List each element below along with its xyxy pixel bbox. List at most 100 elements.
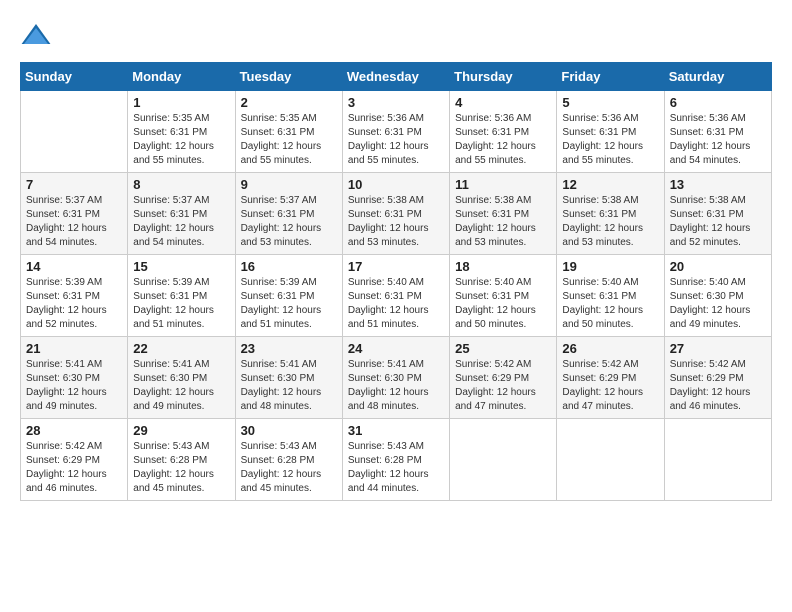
day-number: 5 xyxy=(562,95,658,110)
calendar-cell: 14 Sunrise: 5:39 AM Sunset: 6:31 PM Dayli… xyxy=(21,255,128,337)
day-detail: Sunrise: 5:42 AM Sunset: 6:29 PM Dayligh… xyxy=(455,358,551,414)
day-number: 14 xyxy=(26,259,122,274)
calendar-cell: 16Sunrise: 5:39 AM Sunset: 6:31 PM Dayli… xyxy=(235,255,342,337)
calendar-cell xyxy=(21,91,128,173)
day-detail: Sunrise: 5:41 AM Sunset: 6:30 PM Dayligh… xyxy=(241,358,337,414)
day-number: 3 xyxy=(348,95,444,110)
calendar-cell: 17Sunrise: 5:40 AM Sunset: 6:31 PM Dayli… xyxy=(342,255,449,337)
calendar-cell: 29 Sunrise: 5:43 AM Sunset: 6:28 PM Dayli… xyxy=(128,419,235,501)
calendar-cell: 1 Sunrise: 5:35 AM Sunset: 6:31 PM Daylig… xyxy=(128,91,235,173)
weekday-header: Friday xyxy=(557,63,664,91)
page-header xyxy=(20,20,772,52)
day-number: 17 xyxy=(348,259,444,274)
calendar-cell: 11 Sunrise: 5:38 AM Sunset: 6:31 PM Dayli… xyxy=(450,173,557,255)
day-number: 15 xyxy=(133,259,229,274)
day-detail: Sunrise: 5:37 AM Sunset: 6:31 PM Dayligh… xyxy=(241,194,337,250)
day-detail: Sunrise: 5:39 AM Sunset: 6:31 PM Dayligh… xyxy=(241,276,337,332)
calendar-cell: 4 Sunrise: 5:36 AM Sunset: 6:31 PM Daylig… xyxy=(450,91,557,173)
calendar-cell: 7Sunrise: 5:37 AM Sunset: 6:31 PM Daylig… xyxy=(21,173,128,255)
day-number: 22 xyxy=(133,341,229,356)
weekday-header: Wednesday xyxy=(342,63,449,91)
day-detail: Sunrise: 5:42 AM Sunset: 6:29 PM Dayligh… xyxy=(562,358,658,414)
day-number: 20 xyxy=(670,259,766,274)
calendar-week-row: 1 Sunrise: 5:35 AM Sunset: 6:31 PM Daylig… xyxy=(21,91,772,173)
day-number: 24 xyxy=(348,341,444,356)
day-number: 27 xyxy=(670,341,766,356)
day-number: 6 xyxy=(670,95,766,110)
calendar-cell: 24 Sunrise: 5:41 AM Sunset: 6:30 PM Dayli… xyxy=(342,337,449,419)
day-number: 11 xyxy=(455,177,551,192)
day-number: 13 xyxy=(670,177,766,192)
weekday-header: Saturday xyxy=(664,63,771,91)
calendar-cell: 6 Sunrise: 5:36 AM Sunset: 6:31 PM Daylig… xyxy=(664,91,771,173)
logo-icon xyxy=(20,20,52,52)
calendar-week-row: 28Sunrise: 5:42 AM Sunset: 6:29 PM Dayli… xyxy=(21,419,772,501)
day-detail: Sunrise: 5:42 AM Sunset: 6:29 PM Dayligh… xyxy=(670,358,766,414)
day-number: 26 xyxy=(562,341,658,356)
calendar-cell: 28Sunrise: 5:42 AM Sunset: 6:29 PM Dayli… xyxy=(21,419,128,501)
day-detail: Sunrise: 5:38 AM Sunset: 6:31 PM Dayligh… xyxy=(348,194,444,250)
weekday-header: Monday xyxy=(128,63,235,91)
day-detail: Sunrise: 5:40 AM Sunset: 6:31 PM Dayligh… xyxy=(455,276,551,332)
day-number: 30 xyxy=(241,423,337,438)
calendar-week-row: 14 Sunrise: 5:39 AM Sunset: 6:31 PM Dayli… xyxy=(21,255,772,337)
calendar-cell: 30 Sunrise: 5:43 AM Sunset: 6:28 PM Dayli… xyxy=(235,419,342,501)
day-detail: Sunrise: 5:36 AM Sunset: 6:31 PM Dayligh… xyxy=(670,112,766,168)
calendar-cell xyxy=(664,419,771,501)
day-detail: Sunrise: 5:41 AM Sunset: 6:30 PM Dayligh… xyxy=(133,358,229,414)
weekday-header: Tuesday xyxy=(235,63,342,91)
day-detail: Sunrise: 5:37 AM Sunset: 6:31 PM Dayligh… xyxy=(133,194,229,250)
calendar-cell: 2 Sunrise: 5:35 AM Sunset: 6:31 PM Daylig… xyxy=(235,91,342,173)
calendar-cell xyxy=(450,419,557,501)
calendar-cell: 3Sunrise: 5:36 AM Sunset: 6:31 PM Daylig… xyxy=(342,91,449,173)
calendar-cell: 22 Sunrise: 5:41 AM Sunset: 6:30 PM Dayli… xyxy=(128,337,235,419)
day-detail: Sunrise: 5:35 AM Sunset: 6:31 PM Dayligh… xyxy=(241,112,337,168)
calendar-cell: 27 Sunrise: 5:42 AM Sunset: 6:29 PM Dayli… xyxy=(664,337,771,419)
day-number: 25 xyxy=(455,341,551,356)
day-detail: Sunrise: 5:39 AM Sunset: 6:31 PM Dayligh… xyxy=(133,276,229,332)
calendar-cell: 9Sunrise: 5:37 AM Sunset: 6:31 PM Daylig… xyxy=(235,173,342,255)
weekday-header: Thursday xyxy=(450,63,557,91)
day-number: 23 xyxy=(241,341,337,356)
day-detail: Sunrise: 5:38 AM Sunset: 6:31 PM Dayligh… xyxy=(455,194,551,250)
day-detail: Sunrise: 5:36 AM Sunset: 6:31 PM Dayligh… xyxy=(455,112,551,168)
calendar-cell: 25 Sunrise: 5:42 AM Sunset: 6:29 PM Dayli… xyxy=(450,337,557,419)
day-number: 7 xyxy=(26,177,122,192)
logo xyxy=(20,20,56,52)
day-detail: Sunrise: 5:40 AM Sunset: 6:31 PM Dayligh… xyxy=(562,276,658,332)
day-number: 28 xyxy=(26,423,122,438)
day-detail: Sunrise: 5:35 AM Sunset: 6:31 PM Dayligh… xyxy=(133,112,229,168)
day-number: 29 xyxy=(133,423,229,438)
calendar-cell: 20 Sunrise: 5:40 AM Sunset: 6:30 PM Dayli… xyxy=(664,255,771,337)
day-detail: Sunrise: 5:43 AM Sunset: 6:28 PM Dayligh… xyxy=(241,440,337,496)
day-detail: Sunrise: 5:41 AM Sunset: 6:30 PM Dayligh… xyxy=(26,358,122,414)
calendar-cell: 5 Sunrise: 5:36 AM Sunset: 6:31 PM Daylig… xyxy=(557,91,664,173)
day-detail: Sunrise: 5:40 AM Sunset: 6:30 PM Dayligh… xyxy=(670,276,766,332)
calendar-cell: 31Sunrise: 5:43 AM Sunset: 6:28 PM Dayli… xyxy=(342,419,449,501)
calendar-cell: 21Sunrise: 5:41 AM Sunset: 6:30 PM Dayli… xyxy=(21,337,128,419)
day-number: 8 xyxy=(133,177,229,192)
calendar-cell: 18 Sunrise: 5:40 AM Sunset: 6:31 PM Dayli… xyxy=(450,255,557,337)
calendar-table: SundayMondayTuesdayWednesdayThursdayFrid… xyxy=(20,62,772,501)
day-number: 1 xyxy=(133,95,229,110)
day-number: 4 xyxy=(455,95,551,110)
calendar-cell: 15 Sunrise: 5:39 AM Sunset: 6:31 PM Dayli… xyxy=(128,255,235,337)
calendar-cell xyxy=(557,419,664,501)
day-number: 2 xyxy=(241,95,337,110)
day-detail: Sunrise: 5:36 AM Sunset: 6:31 PM Dayligh… xyxy=(562,112,658,168)
calendar-week-row: 7 Sunrise: 5:37 AM Sunset: 6:31 PM Daylig… xyxy=(21,173,772,255)
weekday-header: Sunday xyxy=(21,63,128,91)
day-detail: Sunrise: 5:41 AM Sunset: 6:30 PM Dayligh… xyxy=(348,358,444,414)
day-detail: Sunrise: 5:39 AM Sunset: 6:31 PM Dayligh… xyxy=(26,276,122,332)
calendar-cell: 13Sunrise: 5:38 AM Sunset: 6:31 PM Dayli… xyxy=(664,173,771,255)
calendar-cell: 12 Sunrise: 5:38 AM Sunset: 6:31 PM Dayli… xyxy=(557,173,664,255)
day-detail: Sunrise: 5:38 AM Sunset: 6:31 PM Dayligh… xyxy=(562,194,658,250)
day-number: 31 xyxy=(348,423,444,438)
day-detail: Sunrise: 5:43 AM Sunset: 6:28 PM Dayligh… xyxy=(133,440,229,496)
calendar-cell: 19Sunrise: 5:40 AM Sunset: 6:31 PM Dayli… xyxy=(557,255,664,337)
calendar-cell: 10Sunrise: 5:38 AM Sunset: 6:31 PM Dayli… xyxy=(342,173,449,255)
day-number: 18 xyxy=(455,259,551,274)
day-number: 12 xyxy=(562,177,658,192)
calendar-cell: 26 Sunrise: 5:42 AM Sunset: 6:29 PM Dayli… xyxy=(557,337,664,419)
calendar-cell: 8 Sunrise: 5:37 AM Sunset: 6:31 PM Daylig… xyxy=(128,173,235,255)
